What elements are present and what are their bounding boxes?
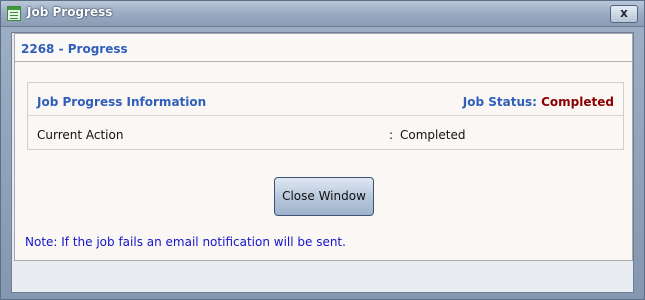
document-list-icon (7, 6, 21, 21)
job-progress-info-box: Job Progress Information Job Status: Com… (27, 82, 624, 150)
job-status-value: Completed (541, 95, 614, 109)
job-progress-window: Job Progress x 2268 - Progress Job Progr… (0, 0, 645, 300)
current-action-label: Current Action (37, 128, 124, 142)
close-window-button[interactable]: Close Window (274, 177, 374, 216)
progress-panel: 2268 - Progress Job Progress Information… (14, 33, 633, 261)
info-header: Job Progress Information Job Status: Com… (28, 83, 623, 116)
title-bar[interactable]: Job Progress x (1, 1, 644, 27)
panel-header: 2268 - Progress (15, 34, 632, 62)
current-action-separator: : (389, 128, 394, 142)
window-content: 2268 - Progress Job Progress Information… (11, 32, 634, 293)
notification-note: Note: If the job fails an email notifica… (25, 235, 346, 249)
close-icon[interactable]: x (610, 5, 638, 23)
window-title: Job Progress (27, 5, 113, 19)
job-status: Job Status: Completed (463, 95, 614, 109)
info-title: Job Progress Information (37, 95, 207, 109)
current-action-value: Completed (400, 128, 466, 142)
job-status-label: Job Status: (462, 95, 537, 109)
panel-title: 2268 - Progress (21, 42, 128, 56)
